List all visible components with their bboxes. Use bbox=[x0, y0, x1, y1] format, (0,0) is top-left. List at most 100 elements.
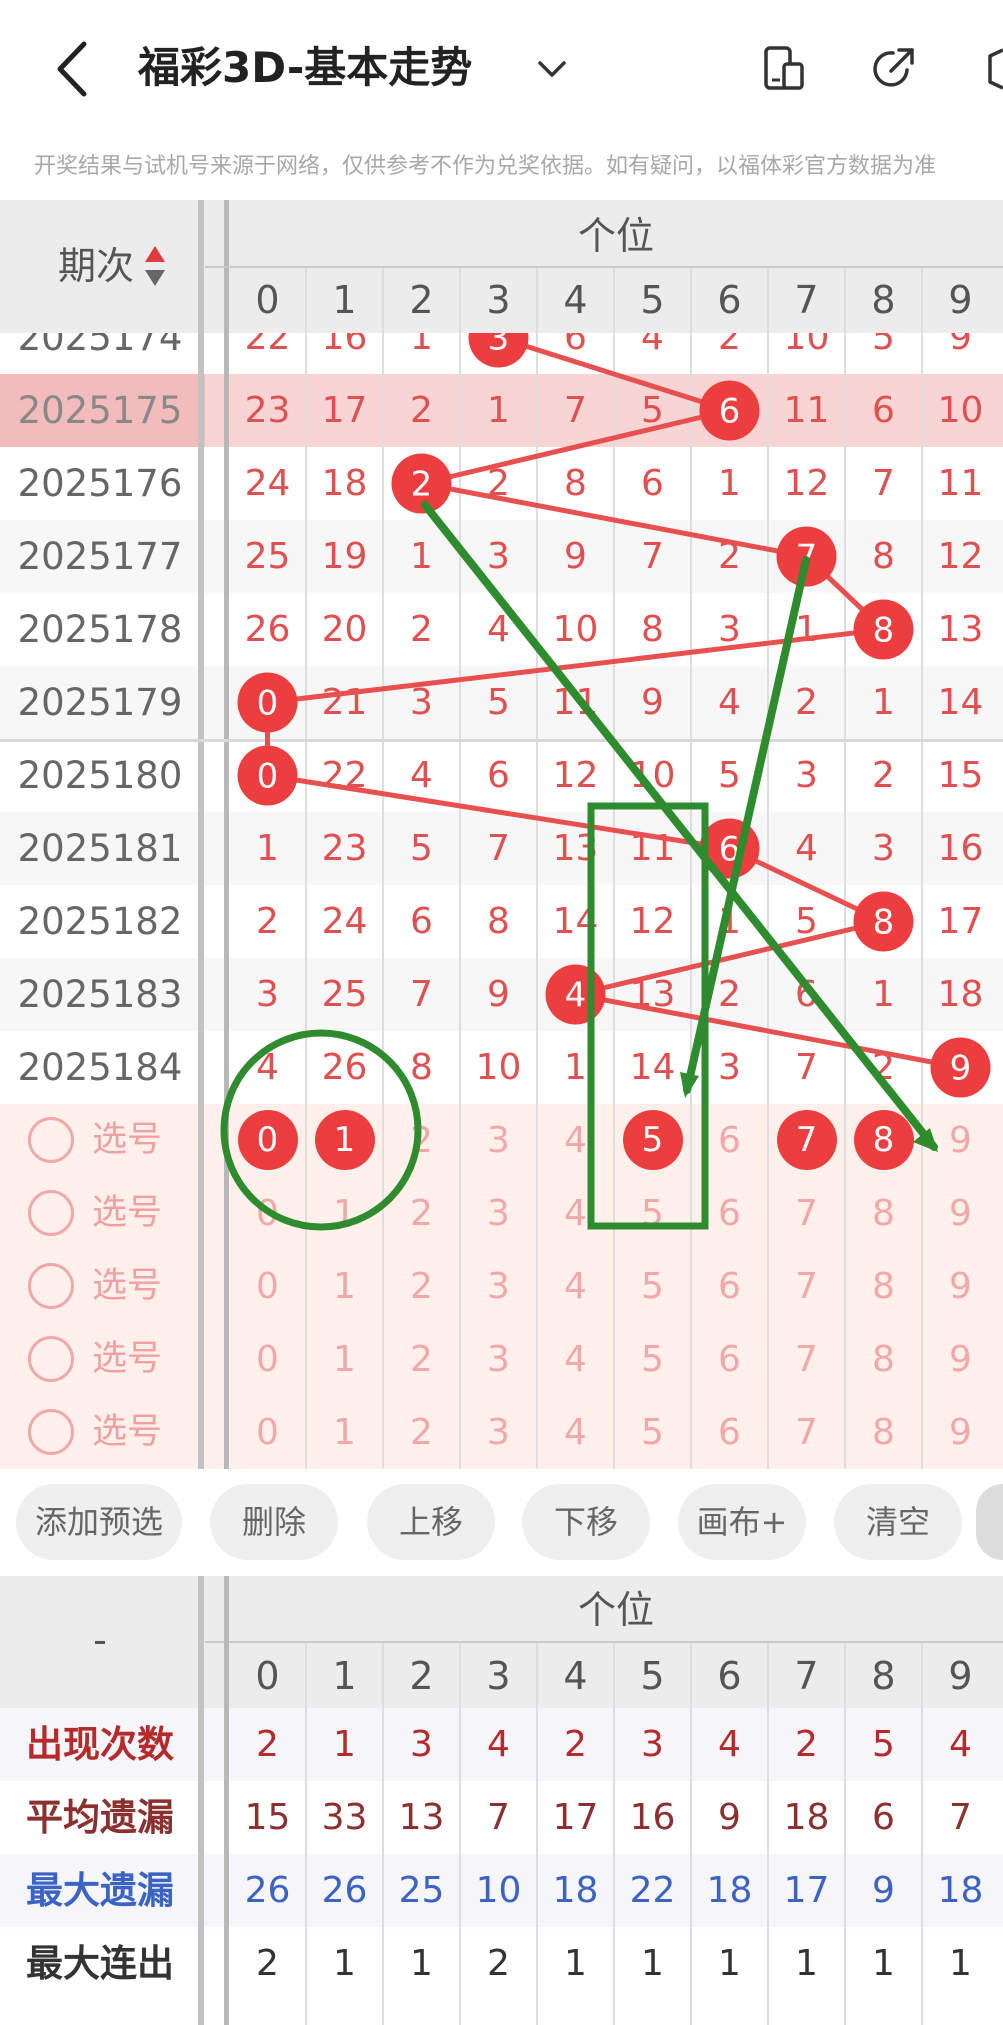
pick-digit[interactable]: 5 bbox=[614, 1323, 691, 1396]
pick-digit[interactable]: 9 bbox=[922, 1396, 999, 1469]
pick-digit[interactable]: 4 bbox=[537, 1104, 614, 1177]
pick-digit[interactable]: 2 bbox=[383, 1177, 460, 1250]
pick-digit[interactable]: 8 bbox=[845, 1177, 922, 1250]
pick-ball-selected[interactable]: 5 bbox=[622, 1110, 683, 1170]
clear-button[interactable]: 清空 bbox=[834, 1484, 962, 1560]
pick-ball-selected[interactable]: 7 bbox=[776, 1110, 837, 1170]
digit-header: 1 bbox=[332, 278, 357, 322]
pick-digit[interactable]: 8 bbox=[845, 1323, 922, 1396]
pick-digit[interactable]: 3 bbox=[460, 1250, 537, 1323]
pick-digit[interactable]: 1 bbox=[306, 1396, 383, 1469]
omission-cell: 9 bbox=[949, 333, 972, 358]
omission-cell: 15 bbox=[937, 755, 984, 796]
pick-digit[interactable]: 5 bbox=[614, 1250, 691, 1323]
pick-radio[interactable] bbox=[28, 1336, 74, 1382]
stats-cell: 2 bbox=[256, 1724, 279, 1765]
pick-digit[interactable]: 3 bbox=[460, 1323, 537, 1396]
phone-icon[interactable] bbox=[758, 44, 808, 94]
back-icon[interactable] bbox=[50, 38, 94, 100]
pick-digit[interactable]: 9 bbox=[922, 1104, 999, 1177]
omission-cell: 5 bbox=[641, 390, 664, 431]
omission-cell: 1 bbox=[256, 828, 279, 869]
omission-cell: 13 bbox=[552, 828, 599, 869]
pick-digit[interactable]: 5 bbox=[614, 1177, 691, 1250]
pick-digit[interactable]: 8 bbox=[845, 1250, 922, 1323]
pick-digit[interactable]: 6 bbox=[691, 1177, 768, 1250]
pick-digit[interactable]: 2 bbox=[383, 1396, 460, 1469]
pick-digit[interactable]: 7 bbox=[768, 1323, 845, 1396]
pick-digit[interactable]: 2 bbox=[383, 1250, 460, 1323]
pick-radio[interactable] bbox=[28, 1190, 74, 1236]
pick-digit[interactable]: 4 bbox=[537, 1250, 614, 1323]
pick-digit[interactable]: 2 bbox=[383, 1323, 460, 1396]
stats-cell: 1 bbox=[795, 1943, 818, 1984]
pick-digit[interactable]: 1 bbox=[306, 1250, 383, 1323]
stats-cell: 7 bbox=[487, 1797, 510, 1838]
pick-radio[interactable] bbox=[28, 1409, 74, 1455]
pick-digit[interactable]: 5 bbox=[614, 1396, 691, 1469]
pick-digit[interactable]: 3 bbox=[460, 1177, 537, 1250]
chevron-down-icon[interactable] bbox=[535, 52, 569, 86]
pick-digit[interactable]: 3 bbox=[460, 1396, 537, 1469]
pick-digit[interactable]: 0 bbox=[229, 1250, 306, 1323]
pick-digit[interactable]: 1 bbox=[306, 1323, 383, 1396]
pick-digit[interactable]: 9 bbox=[922, 1177, 999, 1250]
move-down-button[interactable]: 下移 bbox=[522, 1484, 650, 1560]
pick-ball-selected[interactable]: 0 bbox=[237, 1110, 298, 1170]
page-title[interactable]: 福彩3D-基本走势 bbox=[138, 40, 472, 96]
delete-button[interactable]: 删除 bbox=[210, 1484, 338, 1560]
pick-digit[interactable]: 6 bbox=[691, 1104, 768, 1177]
pick-digit[interactable]: 9 bbox=[922, 1323, 999, 1396]
pick-digit[interactable]: 2 bbox=[383, 1104, 460, 1177]
omission-cell: 1 bbox=[410, 536, 433, 577]
pick-row: 选号 0 1 2 3 4 5 6 7 8 9 bbox=[0, 1250, 1003, 1323]
stats-digit-header: 2 bbox=[409, 1654, 434, 1698]
pick-digit[interactable]: 9 bbox=[922, 1250, 999, 1323]
disclaimer-text: 开奖结果与试机号来源于网络，仅供参考不作为兑奖依据。如有疑问，以福体彩官方数据为… bbox=[34, 154, 937, 179]
omission-cell: 13 bbox=[629, 974, 676, 1015]
pick-digit[interactable]: 8 bbox=[845, 1396, 922, 1469]
omission-cell: 4 bbox=[718, 682, 741, 723]
pick-ball-selected[interactable]: 1 bbox=[314, 1110, 375, 1170]
stats-cell: 22 bbox=[629, 1870, 676, 1911]
period-cell: 2025174 bbox=[17, 333, 183, 359]
pick-digit[interactable]: 6 bbox=[691, 1250, 768, 1323]
pick-radio[interactable] bbox=[28, 1117, 74, 1163]
pick-digit[interactable]: 7 bbox=[768, 1250, 845, 1323]
pick-digit[interactable]: 1 bbox=[306, 1177, 383, 1250]
omission-cell: 8 bbox=[410, 1047, 433, 1088]
sort-icon[interactable] bbox=[144, 244, 166, 288]
share-icon[interactable] bbox=[869, 44, 919, 94]
pick-digit[interactable]: 4 bbox=[537, 1323, 614, 1396]
canvas-plus-button[interactable]: 画布+ bbox=[678, 1484, 806, 1560]
omission-cell: 25 bbox=[244, 536, 291, 577]
pick-digit[interactable]: 7 bbox=[768, 1396, 845, 1469]
more-icon[interactable] bbox=[980, 44, 1003, 94]
divider bbox=[205, 1641, 1003, 1643]
omission-cell: 8 bbox=[487, 901, 510, 942]
omission-cell: 8 bbox=[564, 463, 587, 504]
pick-digit[interactable]: 3 bbox=[460, 1104, 537, 1177]
pick-digit[interactable]: 7 bbox=[768, 1177, 845, 1250]
stats-cell: 5 bbox=[872, 1724, 895, 1765]
pick-digit[interactable]: 4 bbox=[537, 1396, 614, 1469]
pick-digit[interactable]: 0 bbox=[229, 1323, 306, 1396]
stats-cell: 4 bbox=[487, 1724, 510, 1765]
pick-digit[interactable]: 4 bbox=[537, 1177, 614, 1250]
pick-ball-selected[interactable]: 8 bbox=[853, 1110, 914, 1170]
more-actions-button[interactable] bbox=[976, 1484, 1003, 1560]
omission-cell: 7 bbox=[795, 1047, 818, 1088]
pick-digit[interactable]: 0 bbox=[229, 1177, 306, 1250]
pick-digit[interactable]: 0 bbox=[229, 1396, 306, 1469]
omission-cell: 9 bbox=[641, 682, 664, 723]
pick-radio[interactable] bbox=[28, 1263, 74, 1309]
period-header[interactable]: 期次 bbox=[58, 238, 134, 294]
pick-digit[interactable]: 6 bbox=[691, 1396, 768, 1469]
pick-digit[interactable]: 6 bbox=[691, 1323, 768, 1396]
stats-digit-header: 7 bbox=[794, 1654, 819, 1698]
stats-cell: 18 bbox=[552, 1870, 599, 1911]
move-up-button[interactable]: 上移 bbox=[367, 1484, 495, 1560]
pick-label: 选号 bbox=[92, 1266, 163, 1306]
stats-row-label: 最大遗漏 bbox=[26, 1869, 174, 1912]
add-preselect-button[interactable]: 添加预选 bbox=[16, 1484, 182, 1560]
